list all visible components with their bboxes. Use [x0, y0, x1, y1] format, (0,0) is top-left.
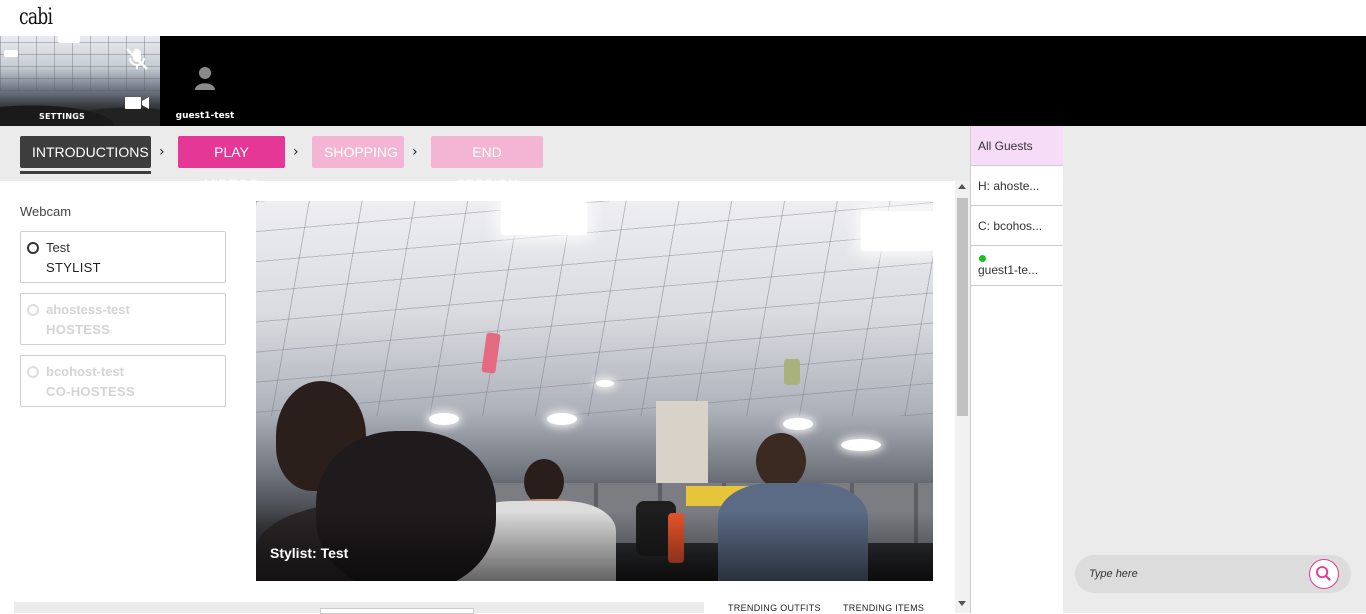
- video-round-light: [596, 380, 614, 387]
- video-strip: SETTINGS guest1-test: [0, 36, 1366, 126]
- webcam-option-stylist[interactable]: Test STYLIST: [20, 231, 226, 283]
- step-end-session[interactable]: END SESSION: [431, 136, 543, 192]
- webcam-option-hostess[interactable]: ahostess-test HOSTESS: [20, 293, 226, 345]
- step-play-videos[interactable]: PLAY VIDEOS: [178, 136, 285, 192]
- webcam-option-cohostess[interactable]: bcohost-test CO-HOSTESS: [20, 355, 226, 407]
- guest-list: All Guests H: ahoste... C: bcohos... gue…: [970, 126, 1063, 613]
- self-video-light: [58, 36, 80, 43]
- scroll-up-arrow-icon[interactable]: [958, 184, 966, 189]
- chevron-right-icon: ›: [293, 144, 299, 160]
- webcam-option-role: CO-HOSTESS: [46, 384, 135, 399]
- chevron-right-icon: ›: [412, 144, 418, 160]
- guest-tab-cohostess[interactable]: C: bcohos...: [971, 206, 1063, 246]
- video-caption-shade: [256, 511, 933, 581]
- cabi-logo: cabi: [19, 5, 53, 30]
- radio-button[interactable]: [27, 242, 39, 254]
- radio-button[interactable]: [27, 304, 39, 316]
- mic-muted-icon[interactable]: [124, 46, 150, 72]
- scroll-down-arrow-icon[interactable]: [958, 601, 966, 606]
- radio-button[interactable]: [27, 366, 39, 378]
- camera-icon[interactable]: [124, 94, 150, 112]
- video-round-light: [783, 418, 813, 430]
- guest-tab-hostess[interactable]: H: ahoste...: [971, 166, 1063, 206]
- webcam-title: Webcam: [20, 204, 72, 219]
- chat-input-container: [1075, 555, 1351, 593]
- brand-bar: cabi: [0, 0, 1366, 36]
- guest-video-tile[interactable]: guest1-test: [160, 36, 250, 126]
- active-step-underline: [20, 171, 151, 174]
- guest-tile-name: guest1-test: [175, 111, 235, 121]
- settings-label[interactable]: SETTINGS: [0, 112, 124, 121]
- user-avatar-icon: [195, 67, 215, 90]
- guest-tab-all[interactable]: All Guests: [971, 126, 1063, 166]
- webcam-option-role: STYLIST: [46, 260, 101, 275]
- video-caption: Stylist: Test: [270, 545, 349, 561]
- webcam-option-name: ahostess-test: [46, 302, 130, 317]
- self-video-light: [4, 50, 18, 57]
- self-video-tile[interactable]: SETTINGS: [0, 36, 160, 126]
- video-round-light: [841, 439, 881, 451]
- content-scrollbar[interactable]: [955, 181, 970, 613]
- main-content: Webcam Test STYLIST ahostess-test HOSTES…: [0, 181, 955, 614]
- step-shopping[interactable]: SHOPPING: [312, 136, 404, 168]
- video-ceiling-light: [861, 211, 933, 251]
- online-status-dot: [979, 255, 986, 262]
- webcam-option-role: HOSTESS: [46, 322, 111, 337]
- tab-trending-outfits[interactable]: TRENDING OUTFITS: [728, 603, 821, 613]
- main-video-feed[interactable]: Stylist: Test: [256, 201, 933, 581]
- video-green-lantern: [784, 359, 800, 385]
- bottom-panel: [14, 602, 704, 614]
- guest-tab-label: guest1-te...: [978, 263, 1039, 277]
- tab-trending-items[interactable]: TRENDING ITEMS: [843, 603, 924, 613]
- step-introductions[interactable]: INTRODUCTIONS: [20, 136, 151, 168]
- scroll-thumb[interactable]: [957, 198, 968, 416]
- search-icon: [1316, 566, 1331, 581]
- guest-tab-guest1[interactable]: guest1-te...: [971, 246, 1063, 286]
- video-ceiling-light: [501, 201, 587, 235]
- video-person: [756, 433, 806, 489]
- chat-search-button[interactable]: [1309, 559, 1339, 589]
- video-round-light: [547, 413, 577, 425]
- session-steps: INTRODUCTIONS › PLAY VIDEOS › SHOPPING ›…: [0, 126, 970, 192]
- video-round-light: [429, 413, 459, 425]
- chat-input[interactable]: [1089, 564, 1299, 584]
- chat-panel: [1063, 126, 1366, 613]
- webcam-option-name: bcohost-test: [46, 364, 124, 379]
- bottom-panel-box[interactable]: [320, 608, 474, 614]
- webcam-option-name: Test: [46, 240, 70, 255]
- chevron-right-icon: ›: [159, 144, 165, 160]
- video-ceiling: [256, 201, 933, 416]
